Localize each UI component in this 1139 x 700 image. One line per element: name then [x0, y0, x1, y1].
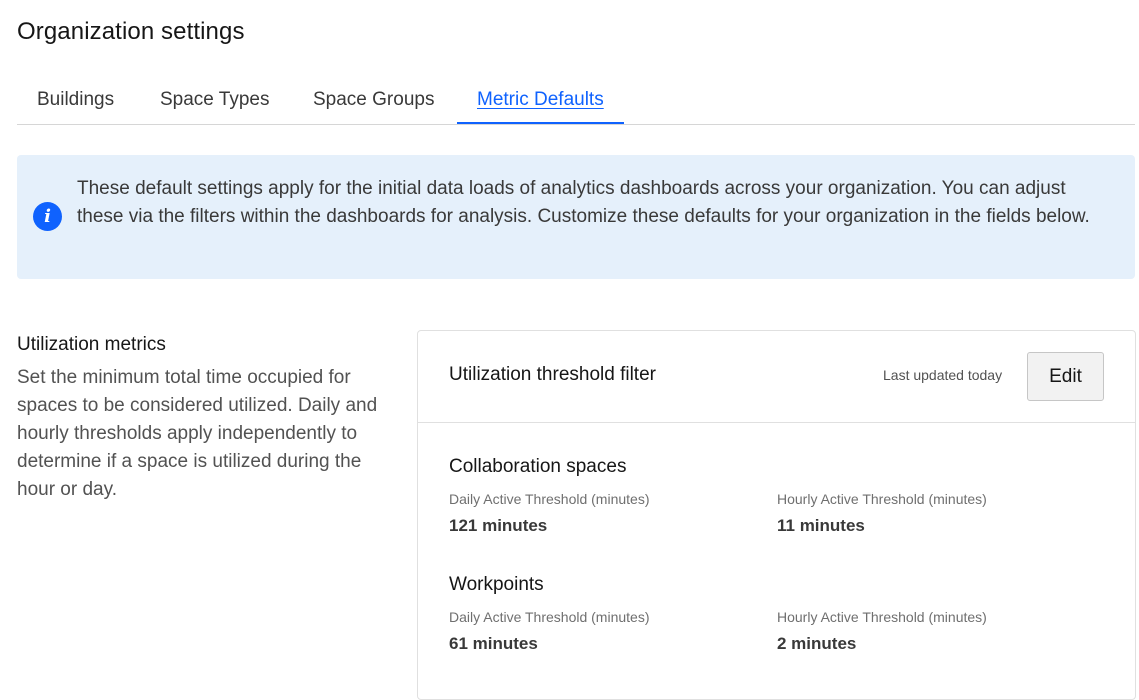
card-title: Utilization threshold filter: [449, 364, 656, 385]
tab-space-groups[interactable]: Space Groups: [293, 78, 454, 124]
hourly-threshold-field: Hourly Active Threshold (minutes) 11 min…: [777, 490, 987, 536]
daily-threshold-field: Daily Active Threshold (minutes) 121 min…: [449, 490, 649, 536]
field-label: Daily Active Threshold (minutes): [449, 491, 650, 507]
last-updated-text: Last updated today: [883, 367, 1003, 383]
info-banner: i These default settings apply for the i…: [17, 155, 1135, 279]
page-title: Organization settings: [17, 18, 245, 45]
group-title: Workpoints: [449, 574, 544, 595]
field-value: 11 minutes: [777, 516, 865, 535]
tab-metric-defaults[interactable]: Metric Defaults: [457, 78, 624, 124]
edit-button[interactable]: Edit: [1027, 352, 1104, 401]
utilization-threshold-card: Utilization threshold filter Last update…: [417, 330, 1136, 700]
tab-bar: Buildings Space Types Space Groups Metri…: [17, 78, 1135, 125]
field-label: Daily Active Threshold (minutes): [449, 609, 650, 625]
section-description: Set the minimum total time occupied for …: [17, 367, 378, 500]
section-title: Utilization metrics: [17, 334, 166, 355]
field-value: 121 minutes: [449, 516, 548, 535]
utilization-metrics-section: Utilization metrics Set the minimum tota…: [17, 332, 397, 504]
field-label: Hourly Active Threshold (minutes): [777, 491, 987, 507]
info-icon: i: [33, 202, 62, 231]
field-label: Hourly Active Threshold (minutes): [777, 609, 987, 625]
field-value: 61 minutes: [449, 634, 538, 653]
tab-buildings[interactable]: Buildings: [17, 78, 134, 124]
field-value: 2 minutes: [777, 634, 857, 653]
daily-threshold-field: Daily Active Threshold (minutes) 61 minu…: [449, 608, 649, 654]
hourly-threshold-field: Hourly Active Threshold (minutes) 2 minu…: [777, 608, 987, 654]
tab-space-types[interactable]: Space Types: [140, 78, 290, 124]
group-title: Collaboration spaces: [449, 456, 627, 477]
info-banner-text: These default settings apply for the ini…: [77, 178, 1090, 227]
card-header: Utilization threshold filter Last update…: [418, 331, 1135, 423]
